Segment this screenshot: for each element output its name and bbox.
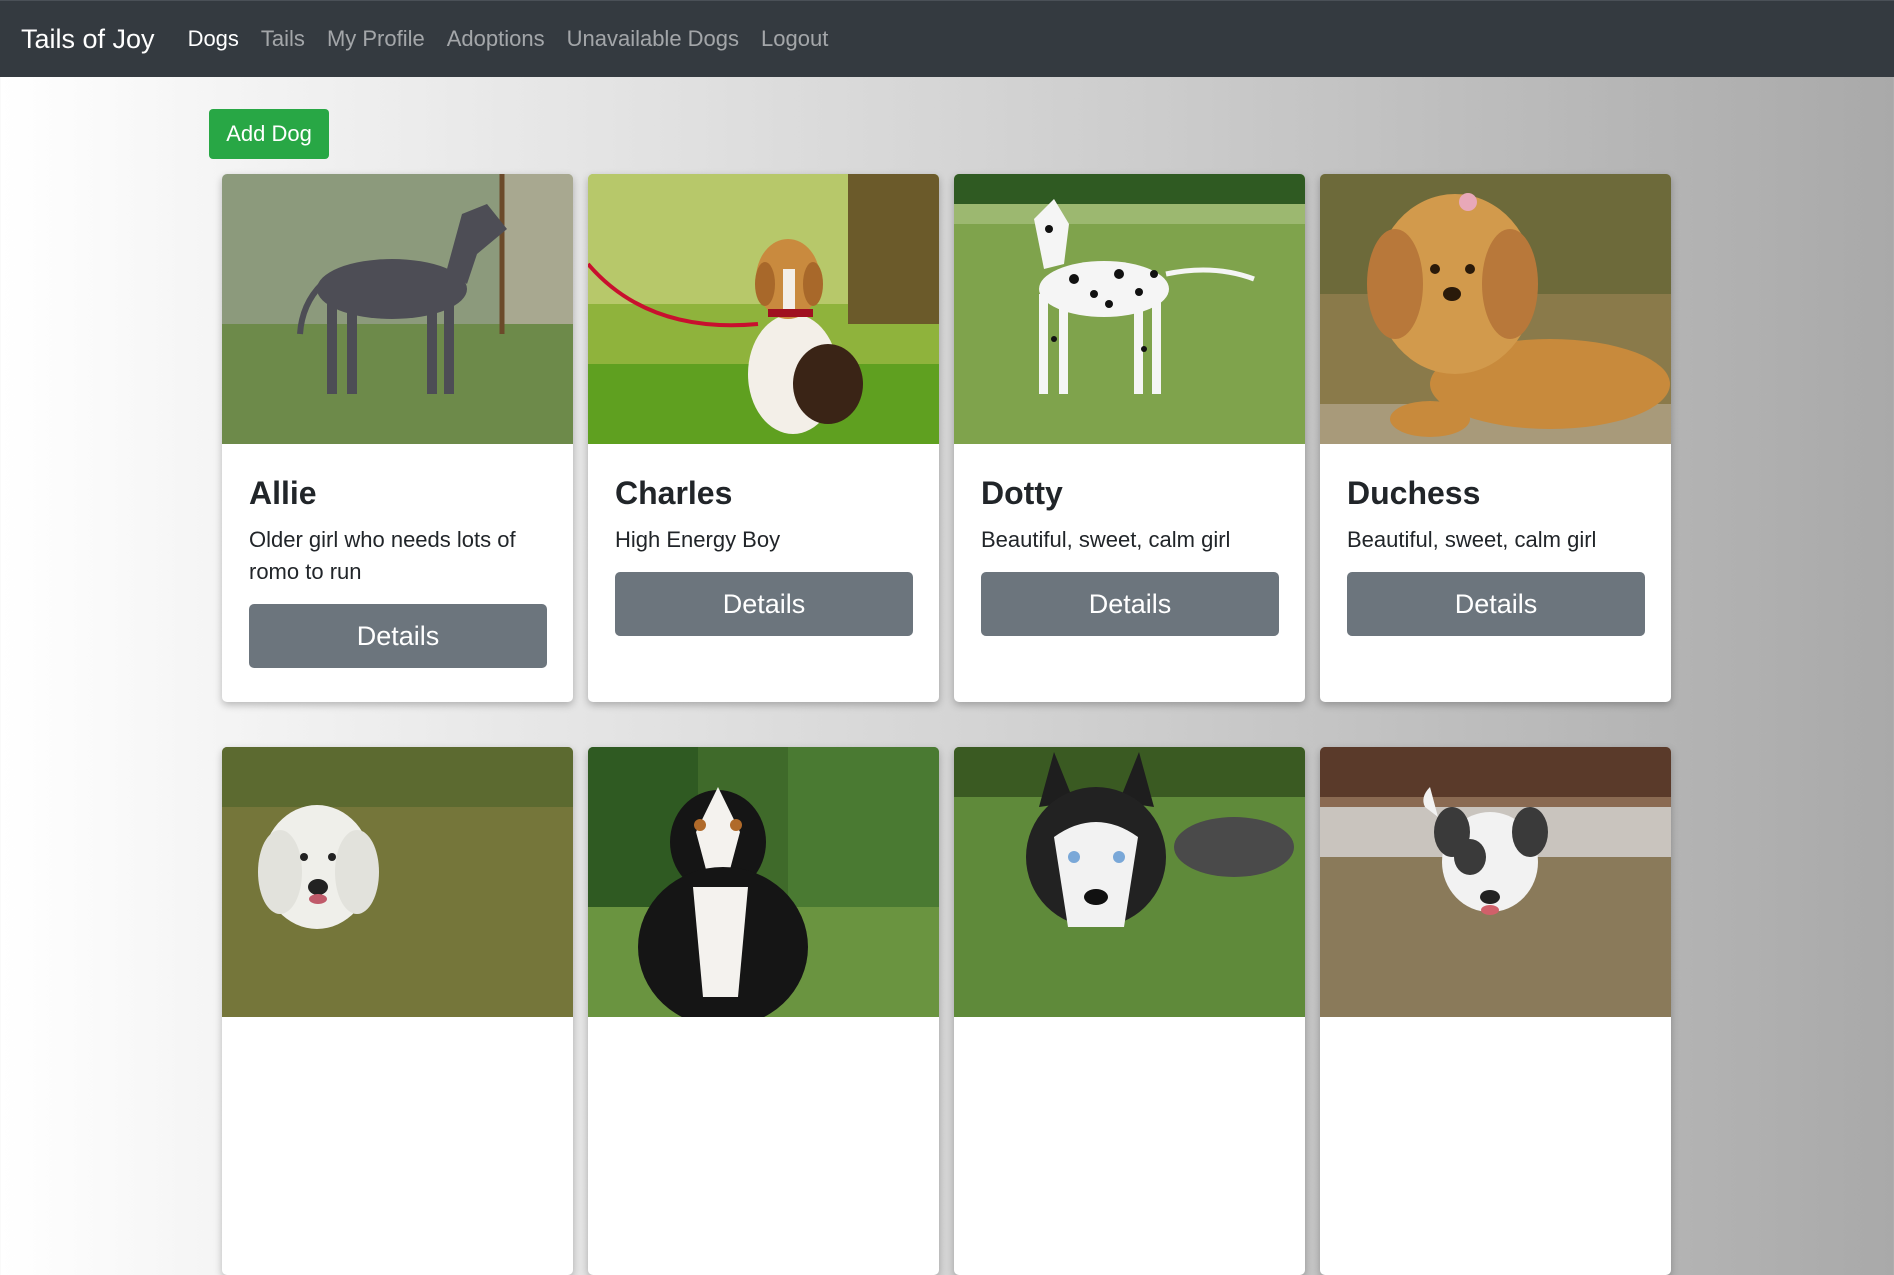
dog-photo[interactable] [222, 174, 573, 444]
nav-link-unavailable-dogs[interactable]: Unavailable Dogs [567, 26, 739, 52]
dog-card [1320, 747, 1671, 1275]
dog-card: Duchess Beautiful, sweet, calm girl Deta… [1320, 174, 1671, 702]
details-button[interactable]: Details [1347, 572, 1645, 637]
dog-name: Allie [249, 475, 317, 511]
details-button[interactable]: Details [615, 572, 913, 637]
nav-link-dogs[interactable]: Dogs [188, 26, 239, 52]
dog-description: Older girl who needs lots of romo to run [249, 527, 516, 585]
dog-name: Duchess [1347, 475, 1481, 511]
dog-photo[interactable] [1320, 174, 1671, 444]
dog-description: High Energy Boy [615, 527, 781, 553]
details-button[interactable]: Details [981, 572, 1279, 637]
dog-card-grid: Allie Older girl who needs lots of romo … [222, 174, 1671, 1275]
dog-name: Dotty [981, 475, 1063, 511]
navbar: Tails of Joy Dogs Tails My Profile Adopt… [0, 0, 1894, 77]
dog-photo[interactable] [588, 174, 939, 444]
dog-photo[interactable] [1320, 747, 1671, 1017]
nav-link-logout[interactable]: Logout [761, 26, 828, 52]
dog-card: Allie Older girl who needs lots of romo … [222, 174, 573, 702]
add-dog-button[interactable]: Add Dog [209, 109, 329, 159]
details-button[interactable]: Details [249, 604, 547, 669]
dog-card [222, 747, 573, 1275]
dog-description: Beautiful, sweet, calm girl [1347, 527, 1597, 553]
dog-card [588, 747, 939, 1275]
dog-name: Charles [615, 475, 733, 511]
dog-photo[interactable] [588, 747, 939, 1017]
dog-card: Charles High Energy Boy Details [588, 174, 939, 702]
nav-link-adoptions[interactable]: Adoptions [447, 26, 545, 52]
dog-card [954, 747, 1305, 1275]
dog-photo[interactable] [954, 174, 1305, 444]
dog-description: Beautiful, sweet, calm girl [981, 527, 1231, 553]
brand-logo[interactable]: Tails of Joy [21, 24, 155, 55]
nav-link-my-profile[interactable]: My Profile [327, 26, 425, 52]
dog-card: Dotty Beautiful, sweet, calm girl Detail… [954, 174, 1305, 702]
dog-photo[interactable] [954, 747, 1305, 1017]
dog-photo[interactable] [222, 747, 573, 1017]
nav-link-tails[interactable]: Tails [261, 26, 305, 52]
